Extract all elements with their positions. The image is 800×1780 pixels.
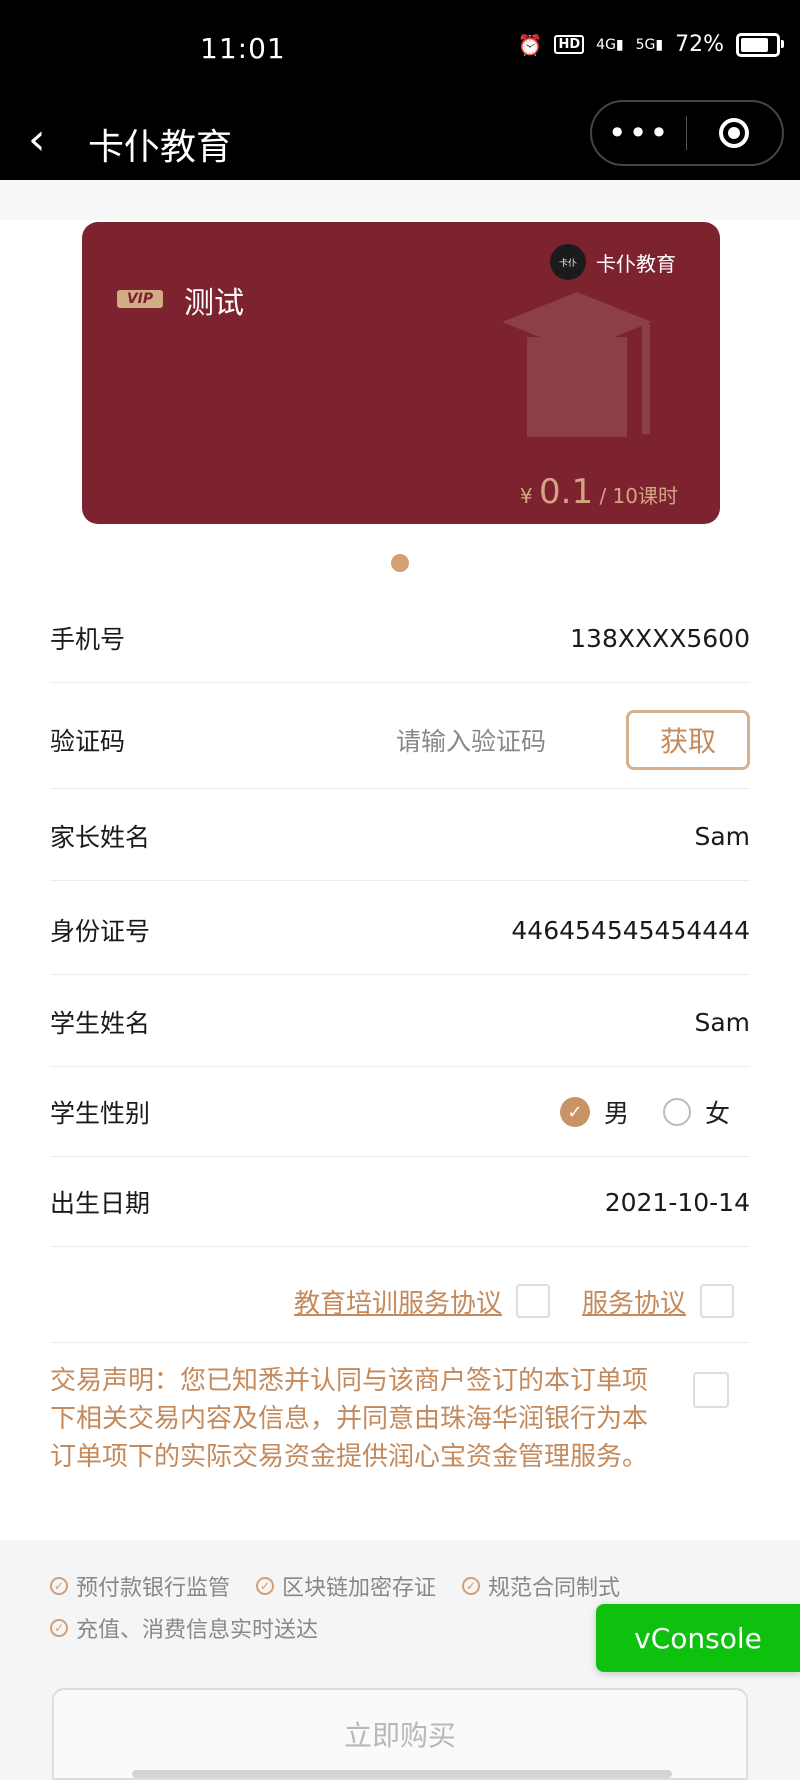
4g-signal-icon: 4G▮ (596, 36, 624, 53)
guarantee-tag: ✓ 充值、消费信息实时送达 (50, 1612, 318, 1644)
status-icons: ⏰ HD 4G▮ 5G▮ 72% (517, 32, 784, 57)
service-agreement-link[interactable]: 服务协议 (582, 1283, 686, 1320)
student-name-row: 学生姓名 Sam (50, 978, 750, 1067)
more-button[interactable]: ••• (592, 114, 686, 152)
status-time: 11:01 (200, 32, 286, 65)
transaction-declaration: 交易声明：您已知悉并认同与该商户签订的本订单项下相关交易内容及信息，并同意由珠海… (50, 1366, 649, 1472)
battery-icon (736, 32, 784, 57)
guarantee-tag: ✓ 规范合同制式 (462, 1570, 620, 1602)
education-agreement-checkbox[interactable] (515, 1284, 550, 1318)
id-input[interactable]: 446454545454444 (511, 916, 750, 945)
buy-now-button[interactable]: 立即购买 (52, 1688, 748, 1780)
nav-bar: ‹ 卡仆教育 ••• (0, 100, 800, 180)
parent-name-input[interactable]: Sam (694, 822, 750, 851)
birth-label: 出生日期 (50, 1189, 151, 1218)
card-price: ¥ 0.1 / 10课时 (520, 472, 678, 512)
status-bar: 11:01 ⏰ HD 4G▮ 5G▮ 72% (0, 0, 800, 100)
phone-label: 手机号 (50, 625, 126, 654)
page-title: 卡仆教育 (88, 127, 233, 168)
membership-card[interactable]: VIP 测试 卡仆 卡仆教育 ¥ 0.1 / 10课时 (82, 222, 720, 524)
declaration-checkbox[interactable] (693, 1372, 729, 1408)
education-agreement-link[interactable]: 教育培训服务协议 (294, 1283, 502, 1320)
guarantee-tag: ✓ 预付款银行监管 (50, 1570, 230, 1602)
check-circle-icon: ✓ (462, 1577, 481, 1595)
5g-signal-icon: 5G▮ (635, 36, 664, 53)
hd-icon: HD (554, 35, 585, 54)
female-label[interactable]: 女 (705, 1094, 730, 1130)
id-label: 身份证号 (50, 917, 151, 946)
scrollbar[interactable] (132, 1770, 672, 1778)
merchant-logo: 卡仆 (550, 244, 586, 280)
code-input[interactable]: 请输入验证码 (396, 722, 546, 758)
divider (50, 1342, 750, 1343)
chevron-left-icon[interactable]: ‹ (28, 114, 46, 165)
phone-row: 手机号 138XXXX5600 (50, 594, 750, 683)
male-label[interactable]: 男 (604, 1094, 629, 1130)
battery-percent: 72% (675, 32, 724, 57)
check-circle-icon: ✓ (256, 1577, 275, 1595)
male-radio[interactable]: ✓ (559, 1097, 590, 1127)
phone-value: 138XXXX5600 (570, 623, 750, 653)
price-currency: ¥ (519, 484, 533, 508)
code-label: 验证码 (50, 727, 126, 756)
price-amount: 0.1 (539, 472, 594, 512)
birth-row: 出生日期 2021-10-14 (50, 1158, 750, 1247)
birth-picker[interactable]: 2021-10-14 (605, 1188, 750, 1217)
agreement-row: 教育培训服务协议 服务协议 (50, 1262, 750, 1340)
check-circle-icon: ✓ (50, 1577, 68, 1595)
id-row: 身份证号 446454545454444 (50, 886, 750, 975)
vip-badge: VIP (117, 290, 163, 308)
gender-options: ✓ 男 女 (559, 1094, 750, 1130)
graduation-cap-icon (482, 282, 672, 462)
close-mini-program-button[interactable] (687, 118, 781, 148)
student-name-input[interactable]: Sam (694, 1008, 750, 1037)
merchant-info: 卡仆 卡仆教育 (550, 244, 676, 280)
carousel-indicator (391, 554, 409, 572)
mini-program-capsule: ••• (590, 100, 784, 166)
get-code-button[interactable]: 获取 (626, 710, 750, 770)
vconsole-button[interactable]: vConsole (596, 1604, 800, 1672)
card-name: 测试 (184, 286, 244, 321)
merchant-name: 卡仆教育 (596, 251, 676, 276)
gender-label: 学生性别 (50, 1099, 151, 1128)
alarm-icon: ⏰ (517, 32, 543, 57)
parent-name-row: 家长姓名 Sam (50, 792, 750, 881)
student-name-label: 学生姓名 (50, 1009, 151, 1038)
price-unit: / 10课时 (599, 484, 678, 508)
parent-name-label: 家长姓名 (50, 823, 151, 852)
female-radio[interactable] (662, 1098, 691, 1126)
target-icon (719, 118, 749, 148)
check-circle-icon: ✓ (50, 1619, 68, 1637)
service-agreement-checkbox[interactable] (700, 1284, 734, 1318)
gender-row: 学生性别 ✓ 男 女 (50, 1068, 750, 1157)
code-row: 验证码 请输入验证码 获取 (50, 692, 750, 789)
guarantee-tag: ✓ 区块链加密存证 (256, 1570, 436, 1602)
